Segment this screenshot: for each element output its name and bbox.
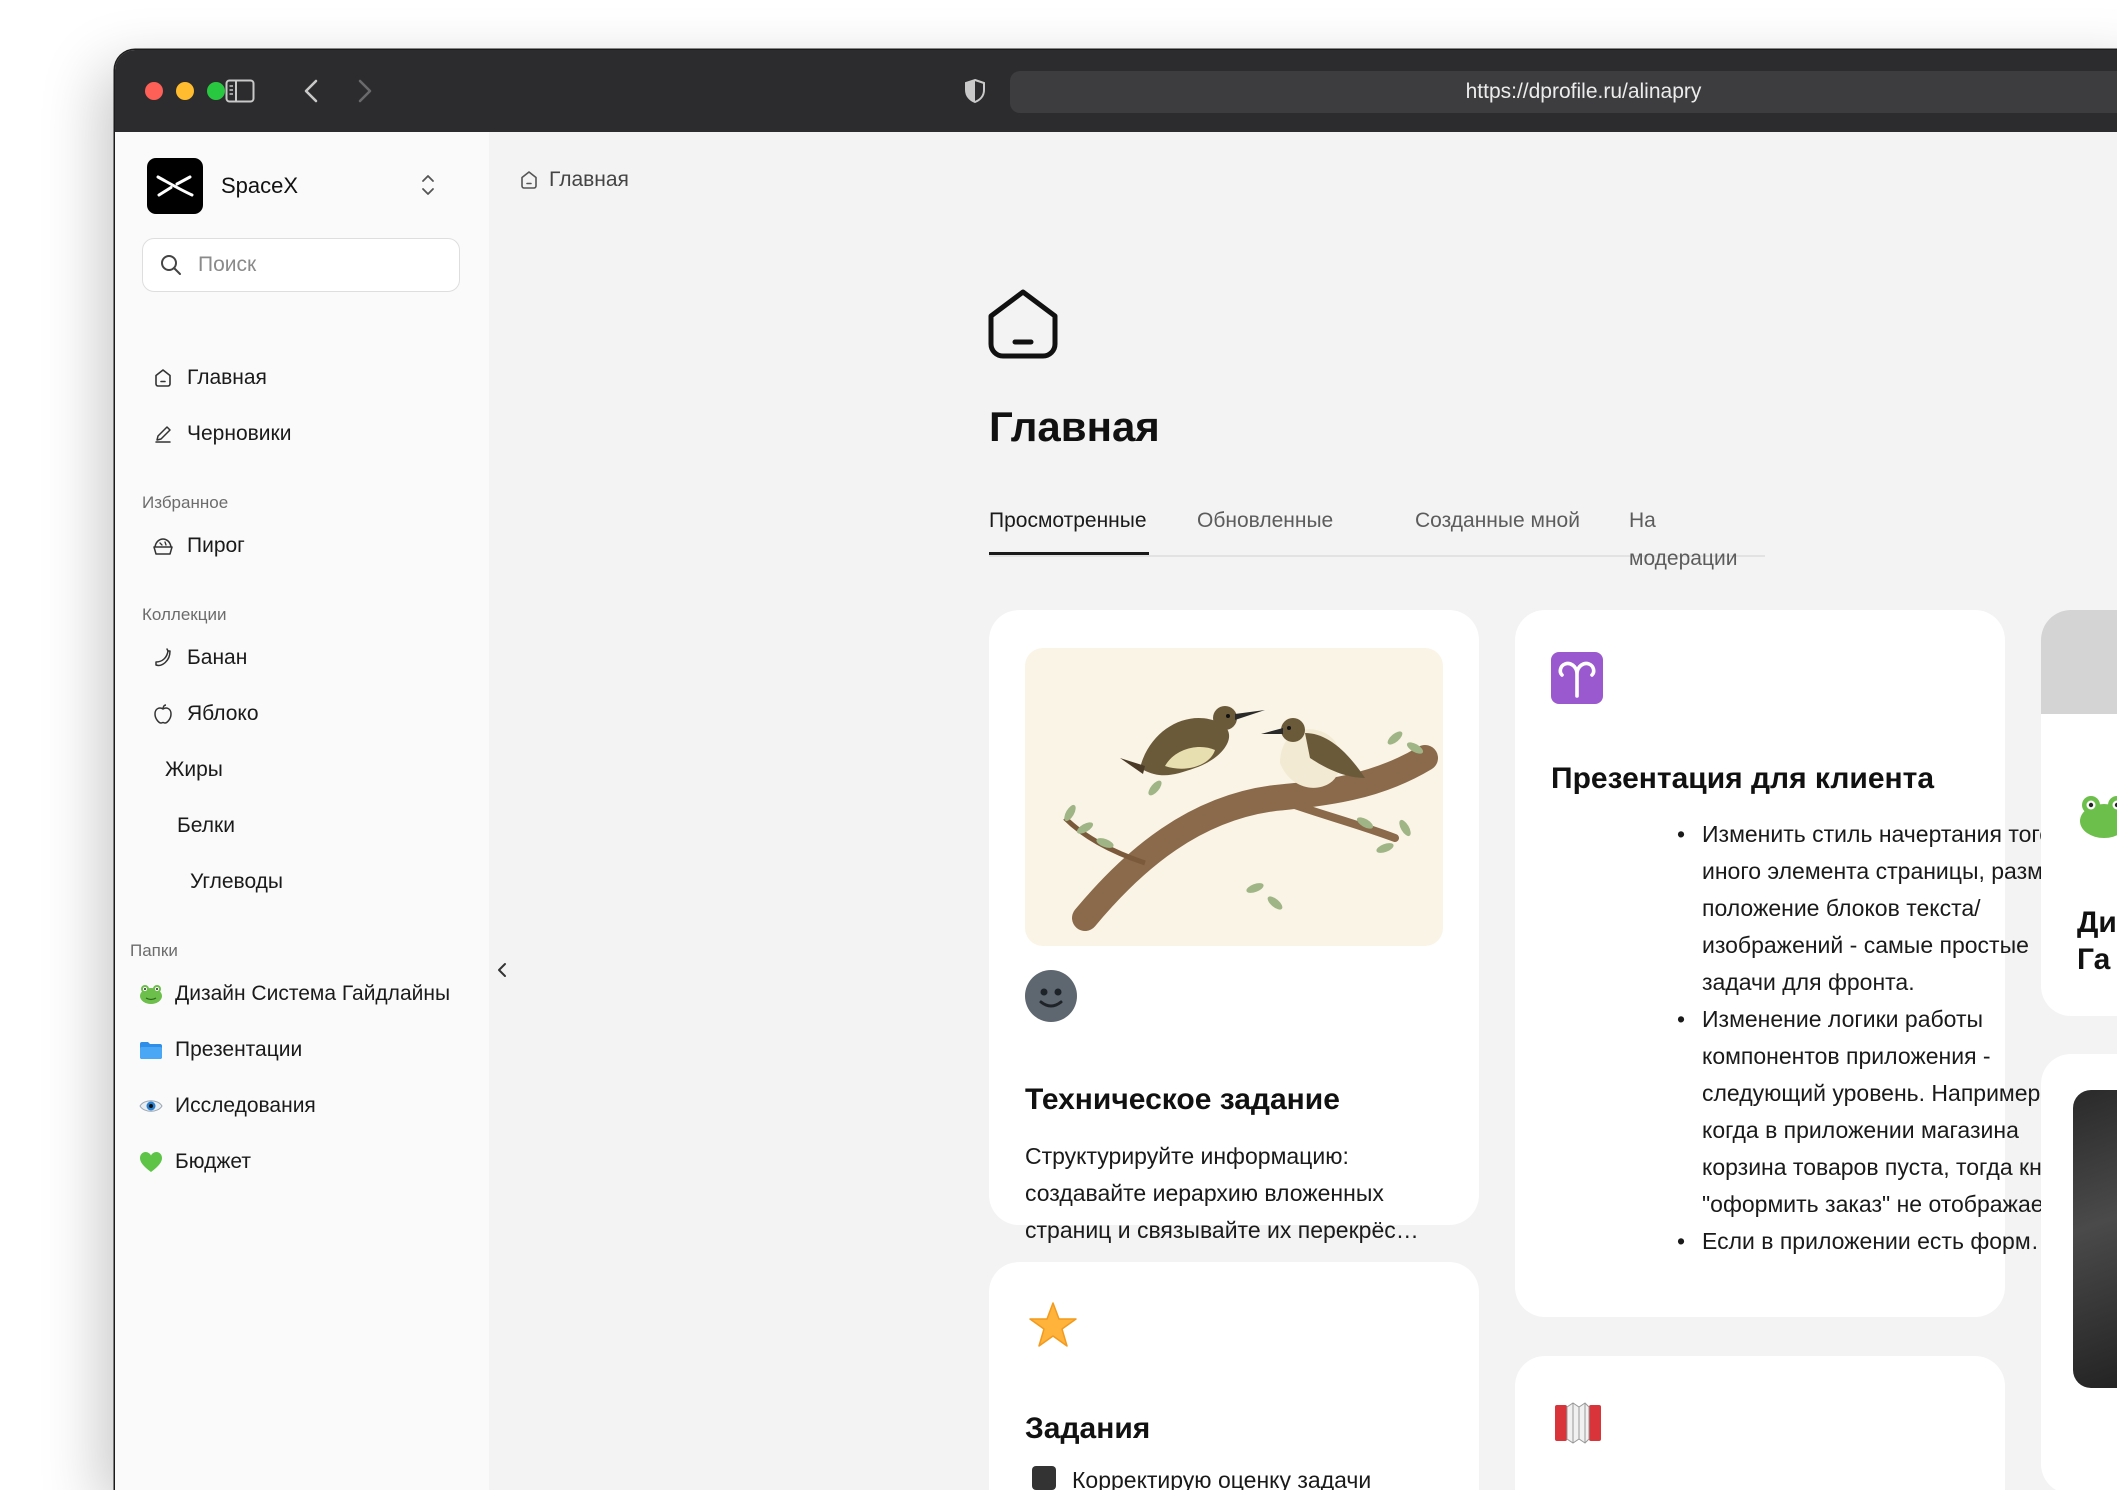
collapse-sidebar-icon[interactable] bbox=[491, 955, 513, 985]
sidebar-item-apple[interactable]: Яблоко bbox=[151, 692, 259, 736]
sidebar-item-home[interactable]: Главная bbox=[151, 356, 267, 400]
breadcrumb[interactable]: Главная bbox=[519, 164, 629, 196]
sidebar-item-label: Белки bbox=[177, 814, 235, 838]
sidebar-item-label: Главная bbox=[187, 366, 267, 390]
sidebar-item-label: Банан bbox=[187, 646, 247, 670]
card-cover-image bbox=[2041, 610, 2117, 714]
card-title-partial: Ди Га bbox=[2077, 904, 2117, 978]
card-title: Задания bbox=[1025, 1412, 1150, 1446]
accordion-emoji-icon bbox=[1553, 1397, 1603, 1450]
sidebar-item-label: Яблоко bbox=[187, 702, 259, 726]
bullet-item: Изменить стиль начертания того или иного… bbox=[1665, 816, 2105, 1001]
green-heart-icon bbox=[139, 1150, 163, 1174]
chevron-up-down-icon[interactable] bbox=[420, 172, 436, 203]
sidebar-item-drafts[interactable]: Черновики bbox=[151, 412, 291, 456]
frog-emoji-icon bbox=[139, 982, 163, 1006]
back-arrow-icon[interactable] bbox=[299, 72, 323, 110]
apple-icon bbox=[151, 702, 175, 726]
eye-emoji-icon bbox=[139, 1094, 163, 1118]
tab-created-by-me[interactable]: Созданные мной bbox=[1415, 502, 1580, 555]
home-icon bbox=[987, 288, 1059, 365]
workspace-switcher[interactable]: SpaceX bbox=[147, 158, 457, 216]
url-text[interactable]: https://dprofile.ru/alinapry bbox=[1010, 71, 2117, 113]
search-box[interactable] bbox=[142, 238, 460, 292]
checklist-item-label: Корректирую оценку задачи bbox=[1072, 1462, 1371, 1490]
sidebar-item-presentations[interactable]: Презентации bbox=[139, 1028, 302, 1072]
sidebar-item-label: Жиры bbox=[165, 758, 223, 782]
workspace-name: SpaceX bbox=[221, 173, 298, 199]
sidebar-item-banana[interactable]: Банан bbox=[151, 636, 247, 680]
browser-toolbar: https://dprofile.ru/alinapry bbox=[115, 50, 2117, 132]
sidebar-item-proteins[interactable]: Белки bbox=[177, 804, 235, 848]
page-card-tasks[interactable] bbox=[989, 1262, 1479, 1490]
privacy-shield-icon[interactable] bbox=[961, 72, 989, 110]
star-emoji-icon bbox=[1027, 1300, 1079, 1357]
forward-arrow-icon[interactable] bbox=[353, 72, 377, 110]
card-title: Презентация для клиента bbox=[1551, 762, 1934, 796]
minimize-window-button[interactable] bbox=[176, 82, 194, 100]
sidebar-item-label: Презентации bbox=[175, 1038, 302, 1062]
sidebar-item-pie[interactable]: Пирог bbox=[151, 524, 245, 568]
birds-cover-image bbox=[1025, 648, 1443, 946]
address-bar[interactable]: https://dprofile.ru/alinapry bbox=[1010, 71, 2117, 113]
search-input[interactable] bbox=[196, 239, 450, 291]
favorites-section-title: Избранное bbox=[142, 493, 228, 513]
tab-bar: Просмотренные Обновленные Созданные мной… bbox=[989, 502, 1765, 557]
sidebar-item-label: Дизайн Система Гайдлайны bbox=[175, 982, 450, 1006]
close-window-button[interactable] bbox=[145, 82, 163, 100]
sidebar-item-carbs[interactable]: Углеводы bbox=[190, 860, 283, 904]
bullet-item: Если в приложении есть форм… bbox=[1665, 1223, 2105, 1260]
folders-section-title: Папки bbox=[130, 941, 178, 961]
pie-icon bbox=[151, 534, 175, 558]
tab-updated[interactable]: Обновленные bbox=[1197, 502, 1333, 555]
sidebar-item-label: Бюджет bbox=[175, 1150, 251, 1174]
pencil-icon bbox=[151, 422, 175, 446]
sidebar-item-label: Черновики bbox=[187, 422, 291, 446]
browser-window: https://dprofile.ru/alinapry SpaceX Глав… bbox=[115, 50, 2117, 1490]
search-icon bbox=[160, 254, 182, 281]
bullet-item: Изменение логики работы компонентов прил… bbox=[1665, 1001, 2105, 1223]
aries-sign-icon bbox=[1551, 652, 1603, 709]
card-title: Техническое задание bbox=[1025, 1083, 1340, 1117]
sidebar-item-budget[interactable]: Бюджет bbox=[139, 1140, 251, 1184]
sidebar-item-label: Исследования bbox=[175, 1094, 316, 1118]
sidebar: SpaceX Главная Черновики Избранное bbox=[115, 132, 489, 1490]
tab-viewed[interactable]: Просмотренные bbox=[989, 502, 1149, 555]
sea-photo-image bbox=[2073, 1090, 2117, 1388]
banana-icon bbox=[151, 646, 175, 670]
home-icon bbox=[519, 170, 539, 190]
checkbox-checked-icon[interactable] bbox=[1032, 1466, 1056, 1490]
sidebar-item-fats[interactable]: Жиры bbox=[165, 748, 223, 792]
card-bullet-list: Изменить стиль начертания того или иного… bbox=[1665, 816, 2105, 1260]
x-logo-icon bbox=[147, 158, 203, 214]
breadcrumb-label: Главная bbox=[549, 168, 629, 192]
home-icon bbox=[151, 366, 175, 390]
sidebar-item-design-system[interactable]: Дизайн Система Гайдлайны bbox=[139, 972, 450, 1016]
sidebar-item-research[interactable]: Исследования bbox=[139, 1084, 316, 1128]
collections-section-title: Коллекции bbox=[142, 605, 226, 625]
smiley-face-icon bbox=[1025, 970, 1077, 1027]
page-title: Главная bbox=[989, 403, 1160, 451]
tab-on-moderation[interactable]: На модерации bbox=[1629, 502, 1765, 555]
sidebar-item-label: Углеводы bbox=[190, 870, 283, 894]
sidebar-toggle-icon[interactable] bbox=[223, 72, 257, 110]
frog-emoji-icon bbox=[2078, 792, 2117, 845]
folder-emoji-icon bbox=[139, 1038, 163, 1062]
card-description: Структурируйте информацию: создавайте ие… bbox=[1025, 1138, 1453, 1249]
sidebar-item-label: Пирог bbox=[187, 534, 245, 558]
